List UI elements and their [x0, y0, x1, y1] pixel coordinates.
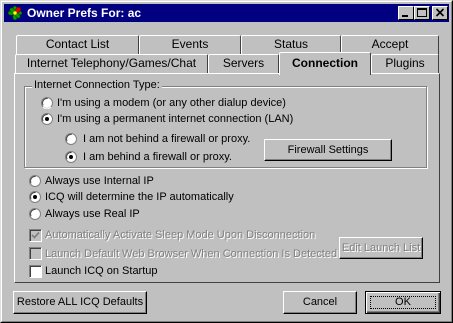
checkmark-icon	[31, 231, 40, 239]
tab-internet-telephony[interactable]: Internet Telephony/Games/Chat	[15, 54, 208, 74]
tab-label: Status	[273, 37, 309, 51]
title-bar[interactable]: Owner Prefs For: ac	[4, 4, 449, 22]
tab-events[interactable]: Events	[139, 35, 241, 55]
auto-ip-label[interactable]: ICQ will determine the IP automatically	[45, 191, 234, 204]
maximize-icon	[417, 8, 427, 17]
edit-launch-list-label: Edit Launch List	[341, 242, 421, 254]
owner-prefs-window: Owner Prefs For: ac Contact List Events …	[0, 0, 453, 323]
launch-browser-checkbox[interactable]	[29, 247, 42, 260]
sleep-mode-checkbox[interactable]	[29, 229, 42, 242]
no-firewall-option-label[interactable]: I am not behind a firewall or proxy.	[83, 133, 250, 146]
tab-label: Events	[171, 37, 209, 51]
real-ip-label[interactable]: Always use Real IP	[45, 208, 140, 221]
launch-icq-startup-checkbox[interactable]	[29, 265, 42, 278]
tab-plugins[interactable]: Plugins	[371, 54, 439, 74]
radio-behind-firewall[interactable]	[65, 151, 77, 163]
launch-browser-label: Launch Default Web Browser When Connecti…	[45, 248, 338, 260]
radio-real-ip[interactable]	[29, 208, 41, 220]
radio-no-firewall[interactable]	[65, 133, 77, 145]
modem-option-label[interactable]: I'm using a modem (or any other dialup d…	[57, 97, 286, 110]
minimize-icon	[402, 15, 408, 17]
tab-connection[interactable]: Connection	[279, 52, 371, 75]
radio-internal-ip[interactable]	[29, 175, 41, 187]
tab-label: Connection	[292, 56, 358, 70]
radio-auto-ip[interactable]	[29, 191, 41, 203]
tab-label: Contact List	[45, 37, 110, 51]
lan-option-label[interactable]: I'm using a permanent internet connectio…	[57, 113, 293, 126]
launch-icq-startup-label[interactable]: Launch ICQ on Startup	[45, 265, 158, 278]
tab-label: Internet Telephony/Games/Chat	[26, 56, 197, 70]
radio-modem[interactable]	[41, 97, 53, 109]
minimize-button[interactable]	[398, 6, 414, 20]
close-icon	[435, 8, 445, 17]
focus-rectangle	[370, 296, 436, 309]
window-title: Owner Prefs For: ac	[27, 6, 142, 20]
sleep-mode-label: Automatically Activate Sleep Mode Upon D…	[45, 229, 316, 241]
tab-contact-list[interactable]: Contact List	[16, 35, 139, 55]
cancel-button[interactable]: Cancel	[283, 291, 357, 314]
close-button[interactable]	[432, 6, 448, 20]
behind-firewall-option-label[interactable]: I am behind a firewall or proxy.	[83, 151, 232, 164]
connection-type-label: Internet Connection Type:	[32, 79, 162, 91]
maximize-button[interactable]	[414, 6, 430, 20]
tab-servers[interactable]: Servers	[208, 54, 279, 74]
tab-label: Servers	[222, 56, 265, 70]
tab-label: Plugins	[385, 56, 425, 70]
tab-label: Accept	[371, 37, 409, 51]
ok-button[interactable]: OK	[365, 291, 441, 314]
restore-defaults-button[interactable]: Restore ALL ICQ Defaults	[13, 291, 147, 314]
firewall-settings-button[interactable]: Firewall Settings	[264, 139, 392, 161]
icq-flower-icon	[7, 5, 23, 21]
edit-launch-list-button: Edit Launch List	[339, 237, 423, 259]
internal-ip-label[interactable]: Always use Internal IP	[45, 175, 154, 188]
radio-lan[interactable]	[41, 113, 53, 125]
